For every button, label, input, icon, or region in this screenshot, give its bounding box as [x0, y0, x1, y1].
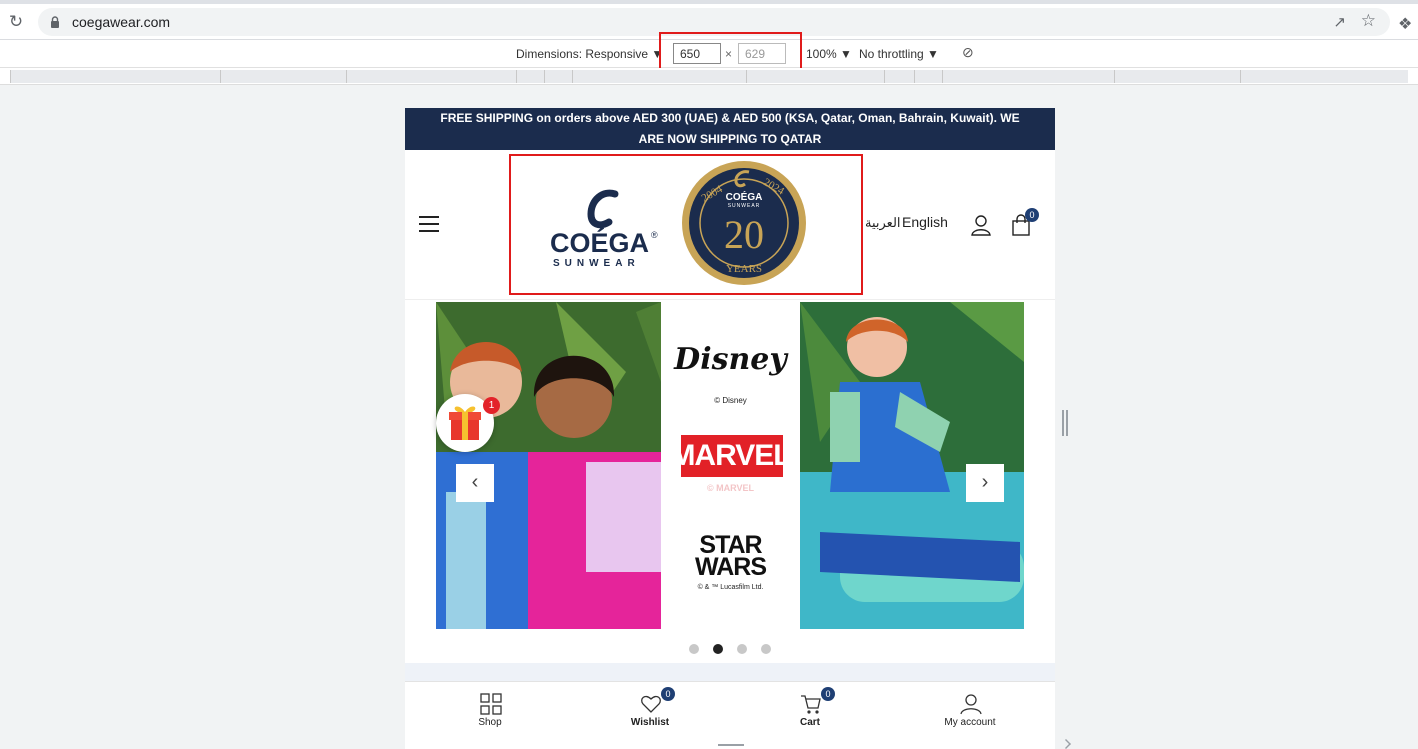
dimensions-dropdown[interactable]: Dimensions: Responsive ▼ — [516, 47, 663, 61]
slider-dot[interactable] — [689, 644, 699, 654]
reload-icon[interactable]: ↻ — [6, 12, 26, 32]
slider-dot-active[interactable] — [713, 644, 723, 654]
zoom-dropdown[interactable]: 100% ▼ — [806, 47, 852, 61]
starwars-logo: STAR WARS — [695, 531, 767, 581]
slider-dot[interactable] — [737, 644, 747, 654]
slider-dot[interactable] — [761, 644, 771, 654]
language-english-link[interactable]: English — [902, 214, 948, 230]
gift-count-badge: 1 — [483, 397, 500, 414]
media-query-bar — [0, 68, 1418, 85]
lock-icon[interactable] — [50, 16, 60, 28]
starwars-copyright: © & ™ Lucasfilm Ltd. — [697, 584, 764, 591]
announcement-bar: FREE SHIPPING on orders above AED 300 (U… — [405, 108, 1055, 150]
throttling-dropdown[interactable]: No throttling ▼ — [859, 47, 939, 61]
nav-shop-label: Shop — [478, 717, 502, 728]
wishlist-count-badge: 0 — [661, 687, 675, 701]
hero-slider[interactable]: Disney © Disney MARVEL © MARVEL STAR WAR… — [436, 302, 1024, 629]
disney-copyright: © Disney — [714, 396, 747, 405]
nav-wishlist[interactable]: 0 Wishlist — [569, 682, 731, 744]
nav-cart-label: Cart — [799, 717, 820, 728]
site-header: COÉGA ® SUNWEAR 2004 2024 COÉGA SUNWEAR … — [405, 150, 1055, 300]
licensed-brands-panel: Disney © Disney MARVEL © MARVEL STAR WAR… — [661, 302, 800, 629]
nav-shop[interactable]: Shop — [409, 682, 571, 744]
cart-count-badge: 0 — [1025, 208, 1039, 222]
share-icon[interactable]: ↗ — [1333, 13, 1346, 31]
marvel-logo: MARVEL — [670, 439, 791, 472]
grid-icon — [480, 693, 502, 715]
url-text[interactable]: coegawear.com — [72, 14, 170, 30]
resize-handle-bottom[interactable] — [718, 744, 744, 746]
bottom-navigation: Shop 0 Wishlist 0 Cart My account — [405, 681, 1055, 743]
menu-icon[interactable] — [419, 216, 439, 232]
emulated-page: FREE SHIPPING on orders above AED 300 (U… — [405, 108, 1055, 749]
resize-handle-right[interactable] — [1062, 410, 1068, 436]
account-icon[interactable] — [971, 214, 991, 236]
user-icon — [960, 694, 982, 715]
star-icon[interactable]: ☆ — [1361, 11, 1376, 31]
nav-wishlist-label: Wishlist — [630, 717, 670, 728]
nav-my-account-label: My account — [944, 717, 996, 728]
disney-logo: Disney — [674, 342, 787, 377]
language-arabic-link[interactable]: العربية — [865, 215, 901, 231]
rotate-icon[interactable]: ⊘ — [962, 44, 974, 61]
nav-cart[interactable]: 0 Cart — [729, 682, 891, 744]
section-divider — [405, 663, 1055, 681]
cart-nav-count-badge: 0 — [821, 687, 835, 701]
highlight-box-logo — [509, 154, 863, 295]
slider-prev-button[interactable]: ‹ — [456, 464, 494, 502]
nav-my-account[interactable]: My account — [889, 682, 1051, 744]
slider-next-button[interactable]: › — [966, 464, 1004, 502]
marvel-copyright: © MARVEL — [707, 483, 754, 493]
puzzle-icon[interactable]: ❖ — [1398, 14, 1412, 34]
heart-icon — [641, 695, 661, 713]
cart-icon — [801, 695, 821, 714]
